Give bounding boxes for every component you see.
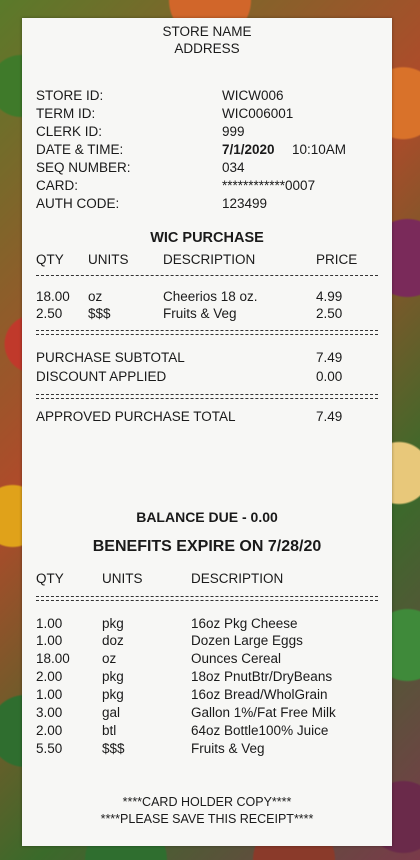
store-name: STORE NAME [162,24,252,39]
benefit-qty: 5.50 [36,741,63,756]
purchase-units-header: UNITS [88,252,129,267]
balance-due: BALANCE DUE - 0.00 [136,509,278,525]
auth-code-value: 123499 [222,196,268,211]
save-receipt-note: ****PLEASE SAVE THIS RECEIPT**** [100,812,314,826]
discount-label: DISCOUNT APPLIED [36,369,167,384]
double-divider [36,330,378,335]
term-id-label: TERM ID: [36,106,96,121]
benefit-units: btl [102,723,117,738]
benefit-description: 16oz Pkg Cheese [191,616,298,631]
purchase-qty-header: QTY [36,252,64,267]
store-id-value: WICW006 [222,88,284,103]
double-divider [36,394,378,399]
benefit-units: oz [102,651,117,666]
clerk-id-label: CLERK ID: [36,124,103,139]
benefit-qty: 3.00 [36,705,63,720]
benefit-description: Dozen Large Eggs [191,633,303,648]
benefit-units: doz [102,633,124,648]
benefit-qty: 18.00 [36,651,70,666]
subtotal-value: 7.49 [316,350,343,365]
total-label: APPROVED PURCHASE TOTAL [36,409,236,424]
benefit-units: gal [102,705,121,720]
card-value: ************0007 [222,178,316,193]
receipt: STORE NAME ADDRESS STORE ID: WICW006 TER… [22,18,392,846]
benefit-description: 64oz Bottle100% Juice [191,723,329,738]
purchase-item-units: $$$ [88,306,111,321]
total-value: 7.49 [316,409,343,424]
benefits-qty-header: QTY [36,571,64,586]
benefit-qty: 2.00 [36,669,63,684]
auth-code-label: AUTH CODE: [36,196,120,211]
benefit-units: pkg [102,687,124,702]
subtotal-label: PURCHASE SUBTOTAL [36,350,185,365]
benefit-description: Ounces Cereal [191,651,282,666]
purchase-item-price: 4.99 [316,289,343,304]
purchase-item-description: Cheerios 18 oz. [163,289,258,304]
store-address: ADDRESS [174,41,240,56]
time-value: 10:10AM [292,142,347,157]
purchase-item-qty: 18.00 [36,289,70,304]
benefit-description: 16oz Bread/WholGrain [191,687,328,702]
purchase-item-qty: 2.50 [36,306,63,321]
benefit-description: 18oz PnutBtr/DryBeans [191,669,333,684]
card-label: CARD: [36,178,79,193]
benefit-units: pkg [102,616,124,631]
purchase-description-header: DESCRIPTION [163,252,256,267]
purchase-item-description: Fruits & Veg [163,306,237,321]
double-divider [36,596,378,601]
benefits-description-header: DESCRIPTION [191,571,284,586]
discount-value: 0.00 [316,369,343,384]
benefit-qty: 1.00 [36,616,63,631]
purchase-item-price: 2.50 [316,306,343,321]
benefit-description: Fruits & Veg [191,741,265,756]
benefit-units: $$$ [102,741,125,756]
benefit-units: pkg [102,669,124,684]
purchase-item-units: oz [88,289,103,304]
benefits-expire: BENEFITS EXPIRE ON 7/28/20 [92,538,322,555]
divider [36,275,378,276]
clerk-id-value: 999 [222,124,245,139]
date-value: 7/1/2020 [222,142,275,157]
term-id-value: WIC006001 [222,106,294,121]
benefit-qty: 1.00 [36,633,63,648]
store-id-label: STORE ID: [36,88,104,103]
seq-number-value: 034 [222,160,245,175]
benefit-qty: 1.00 [36,687,63,702]
seq-number-label: SEQ NUMBER: [36,160,131,175]
benefit-qty: 2.00 [36,723,63,738]
benefits-units-header: UNITS [102,571,143,586]
benefit-description: Gallon 1%/Fat Free Milk [191,705,336,720]
card-holder-copy: ****CARD HOLDER COPY**** [122,795,292,809]
wic-purchase-title: WIC PURCHASE [150,230,264,246]
purchase-price-header: PRICE [316,252,358,267]
date-time-label: DATE & TIME: [36,142,124,157]
